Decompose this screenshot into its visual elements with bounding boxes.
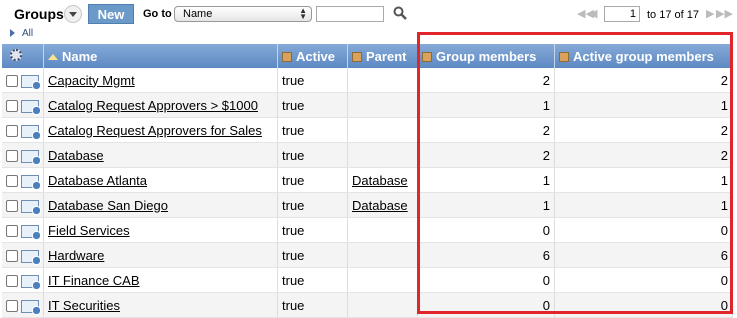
name-cell[interactable]: IT Finance CAB [43,267,278,293]
gear-icon[interactable] [10,48,22,61]
group-name-link[interactable]: IT Securities [48,298,120,313]
breadcrumb-all-link[interactable]: All [22,28,33,39]
name-cell[interactable]: Capacity Mgmt [43,68,278,93]
breadcrumb-arrow-icon [10,29,15,38]
row-checkbox[interactable] [6,300,18,313]
record-preview-icon[interactable] [21,224,41,240]
group-name-link[interactable]: Hardware [48,248,104,263]
row-select-cell[interactable] [2,217,44,243]
group-name-link[interactable]: Capacity Mgmt [48,73,135,88]
parent-cell[interactable] [347,117,418,143]
name-cell[interactable]: Catalog Request Approvers > $1000 [43,92,278,118]
column-settings-header[interactable] [2,44,44,68]
column-header-parent[interactable]: Parent [347,44,418,68]
row-checkbox[interactable] [6,75,18,88]
active-cell: true [277,217,348,243]
name-cell[interactable]: Database [43,142,278,168]
row-select-cell[interactable] [2,68,44,93]
active-cell: true [277,242,348,268]
row-checkbox[interactable] [6,175,18,188]
record-preview-icon[interactable] [21,124,41,140]
group-name-link[interactable]: Catalog Request Approvers for Sales [48,123,262,138]
row-checkbox[interactable] [6,150,18,163]
active-cell: true [277,92,348,118]
list-title: Groups [14,6,64,22]
record-preview-icon[interactable] [21,174,41,190]
list-menu-chevron-icon[interactable] [64,5,82,23]
parent-cell[interactable] [347,292,418,318]
record-preview-icon[interactable] [21,99,41,115]
row-select-cell[interactable] [2,167,44,193]
sort-ascending-icon [48,53,58,60]
active-cell: true [277,68,348,93]
parent-cell[interactable] [347,217,418,243]
row-select-cell[interactable] [2,92,44,118]
last-page-icon[interactable]: ▶▶ [716,7,733,20]
group-name-link[interactable]: Database San Diego [48,198,168,213]
record-preview-icon[interactable] [21,74,41,90]
record-preview-icon[interactable] [21,149,41,165]
page-number-input[interactable]: 1 [604,6,640,22]
page-range-text: to 17 of 17 [647,9,699,21]
record-preview-icon[interactable] [21,199,41,215]
breadcrumb: All [10,28,33,39]
parent-link[interactable]: Database [352,173,408,188]
parent-cell[interactable] [347,242,418,268]
new-button[interactable]: New [88,4,134,24]
row-select-cell[interactable] [2,192,44,218]
parent-cell[interactable]: Database [347,192,418,218]
active-cell: true [277,142,348,168]
row-checkbox[interactable] [6,250,18,263]
column-header-active[interactable]: Active [277,44,348,68]
next-page-icon[interactable]: ▶ [706,7,714,20]
row-select-cell[interactable] [2,242,44,268]
record-preview-icon[interactable] [21,274,41,290]
row-checkbox[interactable] [6,200,18,213]
active-cell: true [277,192,348,218]
group-name-link[interactable]: Catalog Request Approvers > $1000 [48,98,258,113]
active-cell: true [277,167,348,193]
list-toolbar: Groups New Go to Name ▲ ▼ ◀◀ ◀ 1 to 17 of… [0,0,737,28]
goto-field-select[interactable]: Name ▲ ▼ [174,6,312,22]
column-header-name[interactable]: Name [43,44,278,68]
goto-field-value: Name [183,8,213,20]
record-preview-icon[interactable] [21,299,41,315]
row-checkbox[interactable] [6,275,18,288]
group-name-link[interactable]: Database Atlanta [48,173,147,188]
active-cell: true [277,292,348,318]
row-checkbox[interactable] [6,225,18,238]
name-cell[interactable]: Hardware [43,242,278,268]
parent-cell[interactable]: Database [347,167,418,193]
name-cell[interactable]: Catalog Request Approvers for Sales [43,117,278,143]
column-icon [352,51,362,62]
parent-cell[interactable] [347,267,418,293]
parent-link[interactable]: Database [352,198,408,213]
column-icon [282,51,292,62]
row-checkbox[interactable] [6,100,18,113]
row-select-cell[interactable] [2,267,44,293]
name-cell[interactable]: Database Atlanta [43,167,278,193]
parent-cell[interactable] [347,142,418,168]
highlight-box [417,32,733,314]
parent-cell[interactable] [347,68,418,93]
prev-page-icon[interactable]: ◀ [589,7,597,20]
group-name-link[interactable]: Field Services [48,223,130,238]
active-cell: true [277,117,348,143]
name-cell[interactable]: Database San Diego [43,192,278,218]
row-checkbox[interactable] [6,125,18,138]
row-select-cell[interactable] [2,117,44,143]
row-select-cell[interactable] [2,292,44,318]
row-select-cell[interactable] [2,142,44,168]
group-name-link[interactable]: Database [48,148,104,163]
name-cell[interactable]: Field Services [43,217,278,243]
group-name-link[interactable]: IT Finance CAB [48,273,140,288]
name-cell[interactable]: IT Securities [43,292,278,318]
parent-cell[interactable] [347,92,418,118]
select-arrows-icon: ▲ ▼ [299,6,307,21]
search-icon[interactable] [393,6,407,20]
goto-label: Go to [143,8,172,20]
goto-search-input[interactable] [316,6,384,22]
active-cell: true [277,267,348,293]
record-preview-icon[interactable] [21,249,41,265]
